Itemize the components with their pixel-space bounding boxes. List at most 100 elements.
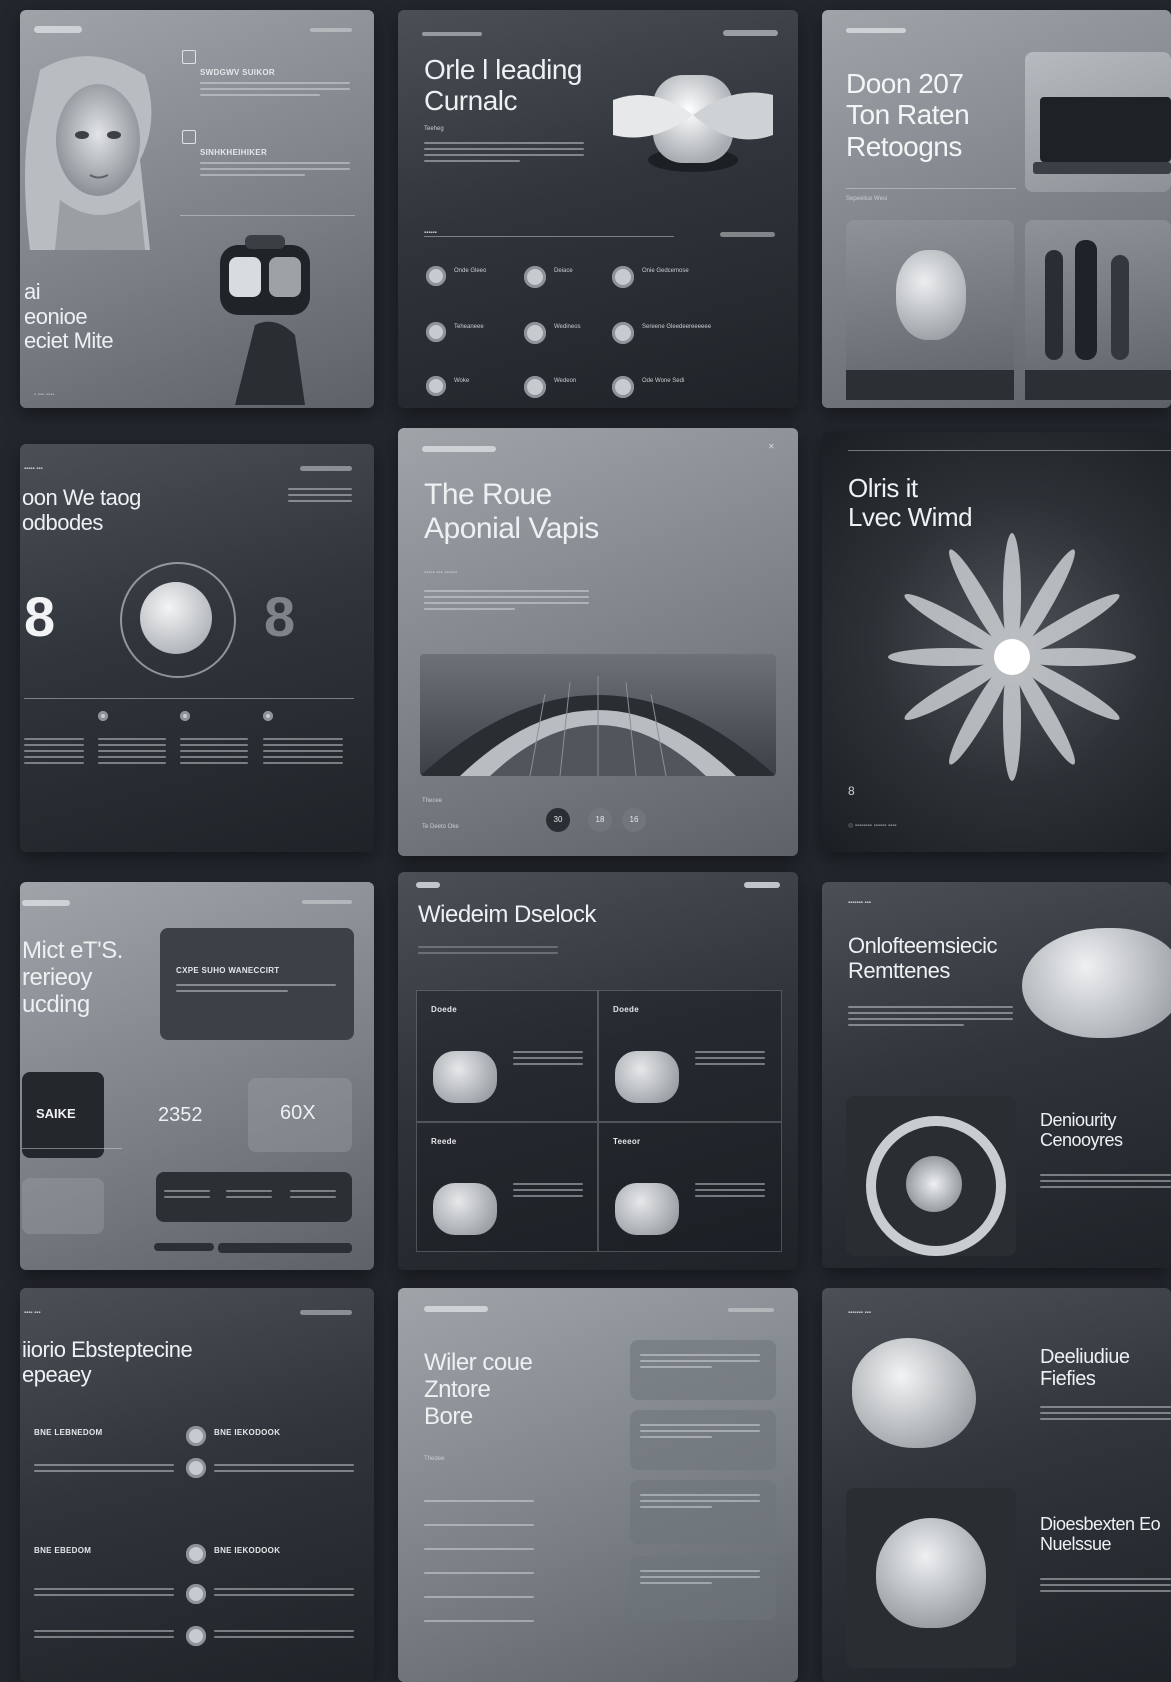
card-tag <box>34 26 82 33</box>
divider <box>24 698 354 699</box>
card-mict-stats[interactable]: Mict eT'S. rerieoy ucding CXPE SUHO WANECC… <box>20 882 374 1270</box>
product-render <box>433 1183 497 1235</box>
feature-icon <box>426 376 446 396</box>
card-wiedeim-dselock[interactable]: Wiedeim Dselock Doede Doede Reede Teeeor <box>398 872 798 1270</box>
card-tag <box>846 28 906 33</box>
card-tag <box>416 882 440 888</box>
card-deeliudiue[interactable]: ▪▪▪▪▪▪▪ ▪▪▪ Deeliudiue Fiefies Dioesbexte… <box>822 1288 1171 1682</box>
info-panel <box>630 1556 776 1620</box>
card-tag-right <box>310 28 352 32</box>
product-cell[interactable]: Teeeor <box>598 1122 782 1252</box>
card-olris-flower[interactable]: Olris it Lvec Wimd 8 ◎ ▪▪▪▪▪▪▪▪ ▪▪▪▪▪▪ ▪▪… <box>822 432 1171 852</box>
progress-bar <box>218 1243 352 1253</box>
feature-icon <box>524 322 546 344</box>
info-panel <box>630 1410 776 1470</box>
product-cell[interactable]: Reede <box>416 1122 598 1252</box>
card-wiler-coue[interactable]: Wiler coue Zntore Bore Thedee <box>398 1288 798 1682</box>
product-render <box>433 1051 497 1103</box>
card-title: Mict eT'S. rerieoy ucding <box>22 937 123 1018</box>
column-icon <box>180 711 190 721</box>
feature-label: Wedeon <box>554 378 577 384</box>
stat-value: SAIKE <box>36 1106 76 1121</box>
card-leading-features[interactable]: Orle l leading Curnalc Teeheg ▪▪▪▪▪▪ Onde… <box>398 10 798 408</box>
column-text <box>263 738 343 768</box>
card-title: Orle l leading Curnalc <box>424 54 582 117</box>
laptop-image <box>1025 52 1171 192</box>
feature-label: Ode Wone Sedi <box>642 378 685 384</box>
card-subtitle: Dioesbexten Eo Nuelssue <box>1040 1514 1161 1555</box>
feature-icon <box>524 376 546 398</box>
section-heading: SWDGWV SUIKOR <box>200 68 276 77</box>
divider <box>180 215 355 216</box>
product-cell[interactable]: Doede <box>598 990 782 1122</box>
section-icon <box>182 50 196 64</box>
stat-value: 2352 <box>158 1104 203 1126</box>
section-heading: SINHKHEIHIKER <box>200 148 268 157</box>
close-icon[interactable]: ✕ <box>768 442 775 451</box>
card-tag <box>424 1306 488 1312</box>
stat-chip[interactable]: 16 <box>622 808 646 832</box>
item-body <box>214 1464 354 1476</box>
cell-label: Doede <box>613 1005 639 1014</box>
badge-ring <box>120 562 236 678</box>
card-onlofteems[interactable]: ▪▪▪▪▪▪▪ ▪▪▪ Onlofteemsiecic Remttenes Den… <box>822 882 1171 1268</box>
subtitle-body <box>1040 1578 1171 1596</box>
item-icon <box>186 1426 206 1446</box>
card-iiorio-list[interactable]: ▪▪▪▪ ▪▪▪ iiorio Ebsteptecine epeaey BNE L… <box>20 1288 374 1682</box>
feature-icon <box>524 266 546 288</box>
card-tag-right <box>723 30 778 36</box>
item-icon <box>186 1458 206 1478</box>
card-label: Sepeelice Wesi <box>846 196 888 202</box>
column-icon <box>98 711 108 721</box>
card-title: oon We taog odbodes <box>22 485 141 535</box>
card-footer: ▪ ▪▪▪ ▪▪▪▪ <box>34 392 55 398</box>
feature-label: Onde Gleeo <box>454 268 487 274</box>
item-body <box>34 1464 174 1476</box>
card-tag: ▪▪▪▪▪▪▪ ▪▪▪ <box>848 1310 871 1316</box>
card-tag-right <box>300 466 352 471</box>
card-the-roue[interactable]: ✕ The Roue Aponial Vapis ▪▪▪▪▪ ▪▪▪ ▪▪▪▪▪▪… <box>398 428 798 856</box>
item-heading: BNE IEKODOOK <box>214 1546 281 1555</box>
item-heading: BNE IEKODOOK <box>214 1428 281 1437</box>
info-panel <box>630 1480 776 1544</box>
divider <box>846 188 1016 189</box>
card-body <box>424 142 584 166</box>
card-tag: ▪▪▪▪ ▪▪▪ <box>24 1310 41 1316</box>
card-title: Wiler coue Zntore Bore <box>424 1349 533 1430</box>
feature-icon <box>612 376 634 398</box>
card-tag: ▪▪▪▪▪▪▪ ▪▪▪ <box>848 900 871 906</box>
woman-portrait-image <box>25 56 152 250</box>
feature-label: Deiace <box>554 268 573 274</box>
stat-box: 60X <box>248 1078 352 1152</box>
architecture-image <box>420 654 776 776</box>
stat-chip[interactable]: 18 <box>588 808 612 832</box>
feature-icon <box>426 266 446 286</box>
card-tag-right <box>728 1308 774 1312</box>
shell-render <box>1022 928 1171 1038</box>
card-retoogns[interactable]: Doon 207 Ton Raten Retoogns Sepeelice Wesi <box>822 10 1171 408</box>
note-box <box>22 1178 104 1234</box>
item-icon <box>186 1626 206 1646</box>
section-label: ▪▪▪▪▪▪ <box>424 230 437 236</box>
card-body <box>1040 1406 1171 1424</box>
stat-value: 60X <box>280 1102 316 1124</box>
big-digit-right: 8 <box>264 585 296 648</box>
cell-label: Teeeor <box>613 1137 641 1146</box>
card-title: ai eonioe eciet Mite <box>24 279 114 354</box>
feature-label: Woke <box>454 378 470 384</box>
feature-label: Onie Gedcemose <box>642 268 689 274</box>
card-subtitle: ▪▪▪▪▪ ▪▪▪ ▪▪▪▪▪▪ <box>424 570 458 576</box>
card-oon-we-taog[interactable]: ▪▪▪▪▪ ▪▪▪ oon We taog odbodes 8 8 <box>20 444 374 852</box>
section-tag <box>720 232 775 237</box>
info-panel <box>630 1340 776 1400</box>
spec-list <box>424 1500 534 1626</box>
product-cell[interactable]: Doede <box>416 990 598 1122</box>
card-body <box>418 946 558 958</box>
panel-body <box>176 984 336 996</box>
vr-headset-image <box>220 235 310 405</box>
card-subtitle: Deniourity Cenooyres <box>1040 1110 1123 1151</box>
stat-chip[interactable]: 30 <box>546 808 570 832</box>
bust-image <box>846 220 1014 400</box>
card-portrait-vr[interactable]: SWDGWV SUIKOR SINHKHEIHIKER ai eonioe ecie… <box>20 10 374 408</box>
divider <box>424 236 674 237</box>
